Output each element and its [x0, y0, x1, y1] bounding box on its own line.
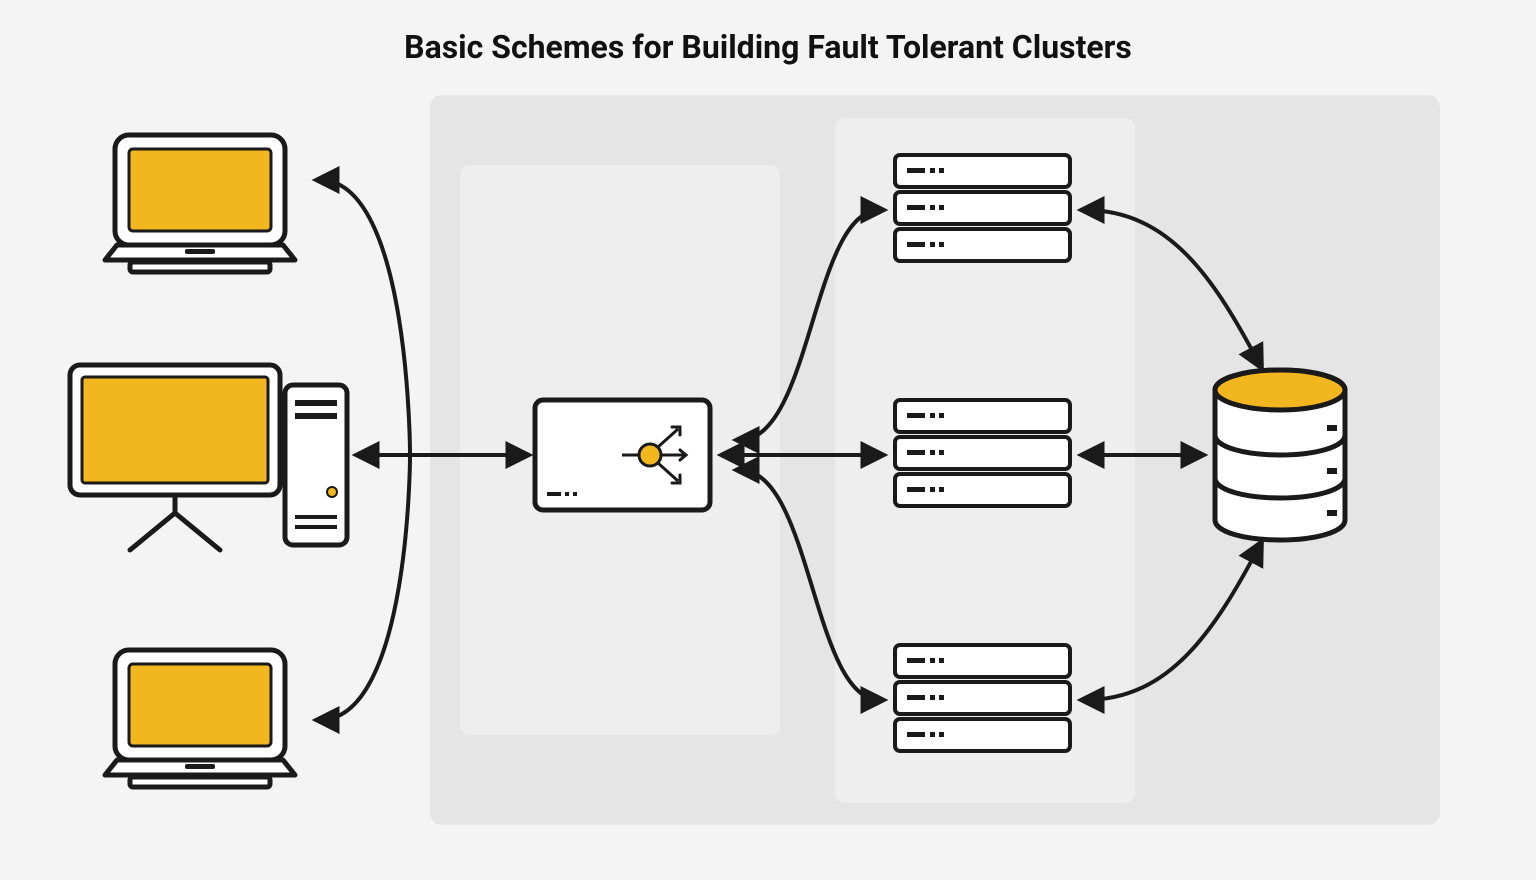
server-icon [895, 155, 1070, 261]
load-balancer-icon [535, 400, 710, 510]
diagram-canvas [0, 0, 1536, 880]
client-laptop-icon [105, 650, 295, 787]
client-desktop-icon [70, 365, 347, 550]
database-icon [1215, 370, 1345, 540]
server-icon [895, 400, 1070, 506]
client-laptop-icon [105, 135, 295, 272]
server-icon [895, 645, 1070, 751]
